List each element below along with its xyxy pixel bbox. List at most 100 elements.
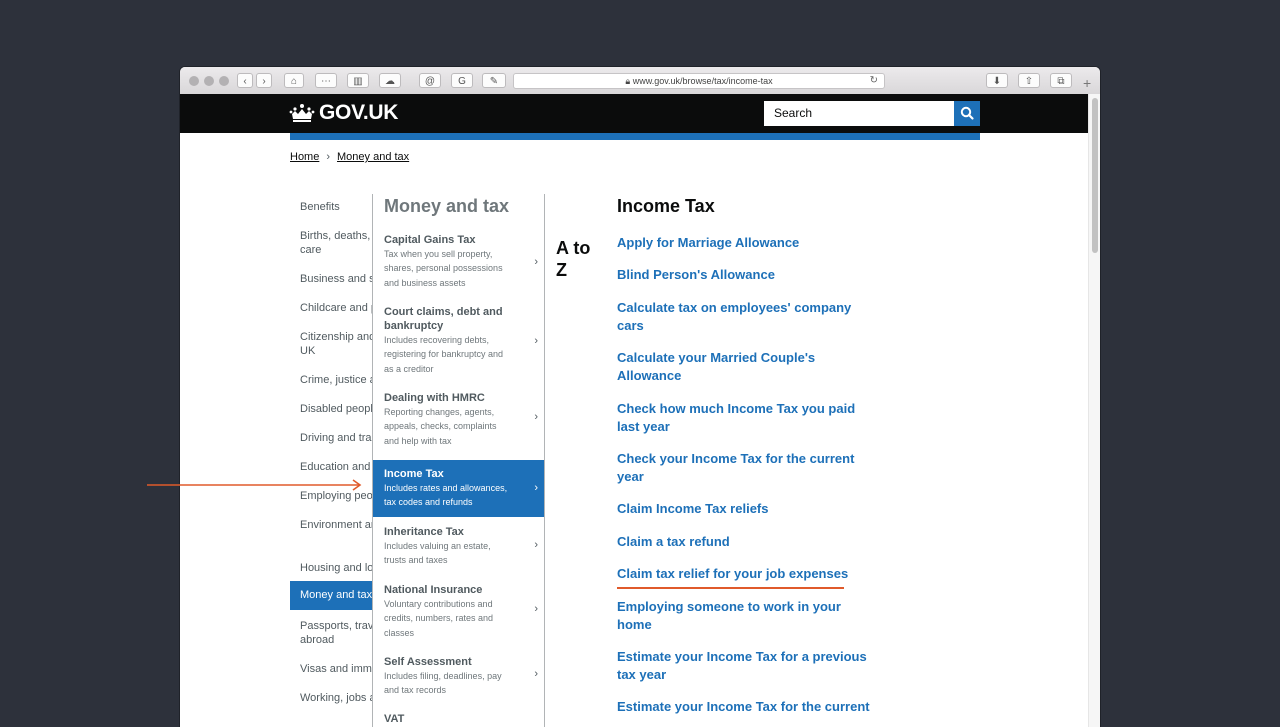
minimize-window-button[interactable]: [204, 76, 214, 86]
subtopic-title: Capital Gains Tax: [384, 234, 476, 246]
subtopic-desc: credits, numbers, rates and: [384, 613, 494, 624]
link-employing-someone-home[interactable]: Employing someone to work in your home: [617, 598, 872, 634]
topic-environment[interactable]: Environment and countryside: [290, 518, 372, 532]
page-content: GOV.UK Search Home › Money and tax Benef…: [180, 94, 1088, 727]
browser-window: ‹ › ⌂ ⋯ ▥ ☁ @ G ✎ 🔒︎ www.gov.uk/browse/t…: [180, 67, 1100, 727]
search-button[interactable]: [954, 101, 980, 126]
pin-icon[interactable]: ✎: [482, 73, 506, 88]
subtopic-dealing-with-hmrc[interactable]: Dealing with HMRC Reporting changes, age…: [373, 391, 544, 451]
subtopic-desc: Includes recovering debts,: [384, 335, 490, 345]
link-claim-tax-refund[interactable]: Claim a tax refund: [617, 533, 872, 551]
subtopic-inheritance-tax[interactable]: Inheritance Tax Includes valuing an esta…: [373, 525, 544, 570]
back-icon[interactable]: ‹: [237, 73, 253, 88]
lock-icon: 🔒︎: [625, 76, 631, 86]
cloud-icon[interactable]: ☁: [379, 73, 401, 88]
link-text: year: [617, 469, 644, 484]
forward-icon[interactable]: ›: [256, 73, 272, 88]
chevron-right-icon: ›: [534, 335, 538, 347]
topic-visas[interactable]: Visas and immigration: [290, 662, 372, 676]
subtopic-title: Income Tax: [384, 468, 444, 480]
page-scrollbar[interactable]: [1088, 94, 1100, 727]
subtopic-title: Court claims, debt and: [384, 306, 503, 318]
link-text: Claim Income Tax reliefs: [617, 501, 769, 516]
link-text: Claim a tax refund: [617, 534, 730, 549]
grammarly-icon[interactable]: G: [451, 73, 473, 88]
browser-toolbar: ‹ › ⌂ ⋯ ▥ ☁ @ G ✎ 🔒︎ www.gov.uk/browse/t…: [180, 67, 1100, 95]
breadcrumb: Home › Money and tax: [290, 151, 409, 163]
chevron-right-icon: ›: [534, 256, 538, 268]
subtopic-desc: and help with tax: [384, 435, 452, 446]
link-claim-income-tax-reliefs[interactable]: Claim Income Tax reliefs: [617, 500, 872, 518]
topic-driving[interactable]: Driving and transport: [290, 431, 372, 445]
new-tab-icon[interactable]: +: [1083, 76, 1091, 90]
link-apply-marriage-allowance[interactable]: Apply for Marriage Allowance: [617, 234, 872, 252]
subtopic-title: Dealing with HMRC: [384, 392, 485, 404]
govuk-logo[interactable]: GOV.UK: [289, 101, 398, 125]
crown-icon: [289, 104, 315, 122]
topic-births-deaths[interactable]: Births, deaths, marriages and care: [290, 229, 372, 257]
zoom-window-button[interactable]: [219, 76, 229, 86]
topic-working[interactable]: Working, jobs and pensions: [290, 691, 372, 705]
topic-education[interactable]: Education and learning: [290, 460, 372, 474]
subtopic-desc: Tax when you sell property,: [384, 249, 493, 259]
a-to-z-heading: A to Z: [556, 237, 606, 281]
breadcrumb-home[interactable]: Home: [290, 151, 319, 163]
grid-icon[interactable]: ⋯: [315, 73, 337, 88]
subtopic-income-tax[interactable]: Income Tax Includes rates and allowances…: [373, 460, 544, 517]
subtopic-desc: appeals, checks, complaints: [384, 421, 497, 432]
topic-benefits[interactable]: Benefits: [290, 200, 372, 214]
download-icon[interactable]: ⬇: [986, 73, 1008, 88]
topic-childcare[interactable]: Childcare and parenting: [290, 301, 372, 315]
subtopic-desc: Includes rates and allowances,: [384, 483, 508, 493]
topic-citizenship[interactable]: Citizenship and living in the UK: [290, 330, 372, 358]
link-text: Calculate your Married Couple's: [617, 350, 816, 365]
subtopic-title: bankruptcy: [384, 320, 444, 332]
link-estimate-current-year[interactable]: Estimate your Income Tax for the current: [617, 698, 872, 716]
subtopic-self-assessment[interactable]: Self Assessment Includes filing, deadlin…: [373, 655, 544, 700]
link-estimate-previous-year[interactable]: Estimate your Income Tax for a previous …: [617, 648, 872, 684]
address-bar[interactable]: 🔒︎ www.gov.uk/browse/tax/income-tax ↻: [513, 73, 885, 89]
subtopic-desc: and tax records: [384, 685, 447, 696]
link-text: Allowance: [617, 368, 682, 383]
link-check-income-tax-current-year[interactable]: Check your Income Tax for the current ye…: [617, 450, 872, 486]
search-input[interactable]: Search: [764, 101, 954, 126]
annotation-arrow-icon: [147, 479, 362, 491]
subtopic-national-insurance[interactable]: National Insurance Voluntary contributio…: [373, 583, 544, 643]
scrollbar-thumb[interactable]: [1092, 98, 1098, 253]
topic-business[interactable]: Business and self-employed: [290, 272, 372, 286]
subtopic-court-claims[interactable]: Court claims, debt and bankruptcy Includ…: [373, 305, 544, 380]
reload-icon[interactable]: ↻: [870, 74, 878, 88]
sidebar-icon[interactable]: ▥: [347, 73, 369, 88]
logo-text: GOV.UK: [319, 101, 399, 124]
subtopics-column: Money and tax Capital Gains Tax Tax when…: [372, 194, 545, 727]
home-icon[interactable]: ⌂: [284, 73, 304, 88]
subtopic-desc: registering for bankruptcy and: [384, 349, 504, 360]
subtopic-desc: and business assets: [384, 277, 466, 288]
topic-disabled-people[interactable]: Disabled people: [290, 402, 372, 416]
link-text: tax year: [617, 667, 667, 682]
topic-passports[interactable]: Passports, travel and living abroad: [290, 619, 372, 647]
subtopic-title: VAT: [384, 713, 405, 725]
link-text: Check how much Income Tax you paid: [617, 401, 856, 416]
link-text: last year: [617, 419, 670, 434]
link-calculate-married-couples[interactable]: Calculate your Married Couple's Allowanc…: [617, 349, 872, 385]
topic-housing[interactable]: Housing and local services: [290, 561, 372, 575]
link-check-income-tax-last-year[interactable]: Check how much Income Tax you paid last …: [617, 400, 872, 436]
link-claim-job-expenses[interactable]: Claim tax relief for your job expenses: [617, 565, 872, 583]
topic-crime-justice[interactable]: Crime, justice and the law: [290, 373, 372, 387]
subtopic-desc: classes: [384, 627, 415, 638]
subtopic-desc: Voluntary contributions and: [384, 599, 493, 609]
link-calculate-company-cars[interactable]: Calculate tax on employees' company cars: [617, 299, 872, 335]
subtopic-capital-gains-tax[interactable]: Capital Gains Tax Tax when you sell prop…: [373, 233, 544, 293]
tabs-icon[interactable]: ⧉: [1050, 73, 1072, 88]
link-blind-persons-allowance[interactable]: Blind Person's Allowance: [617, 266, 872, 284]
subtopic-title: Inheritance Tax: [384, 526, 464, 538]
close-window-button[interactable]: [189, 76, 199, 86]
subtopic-title: National Insurance: [384, 584, 483, 596]
search-icon: [960, 106, 974, 120]
subtopic-desc: trusts and taxes: [384, 555, 448, 566]
topic-money-and-tax[interactable]: Money and tax: [290, 581, 372, 610]
share-icon[interactable]: ⇧: [1018, 73, 1040, 88]
breadcrumb-money-and-tax[interactable]: Money and tax: [337, 151, 409, 163]
at-icon[interactable]: @: [419, 73, 441, 88]
